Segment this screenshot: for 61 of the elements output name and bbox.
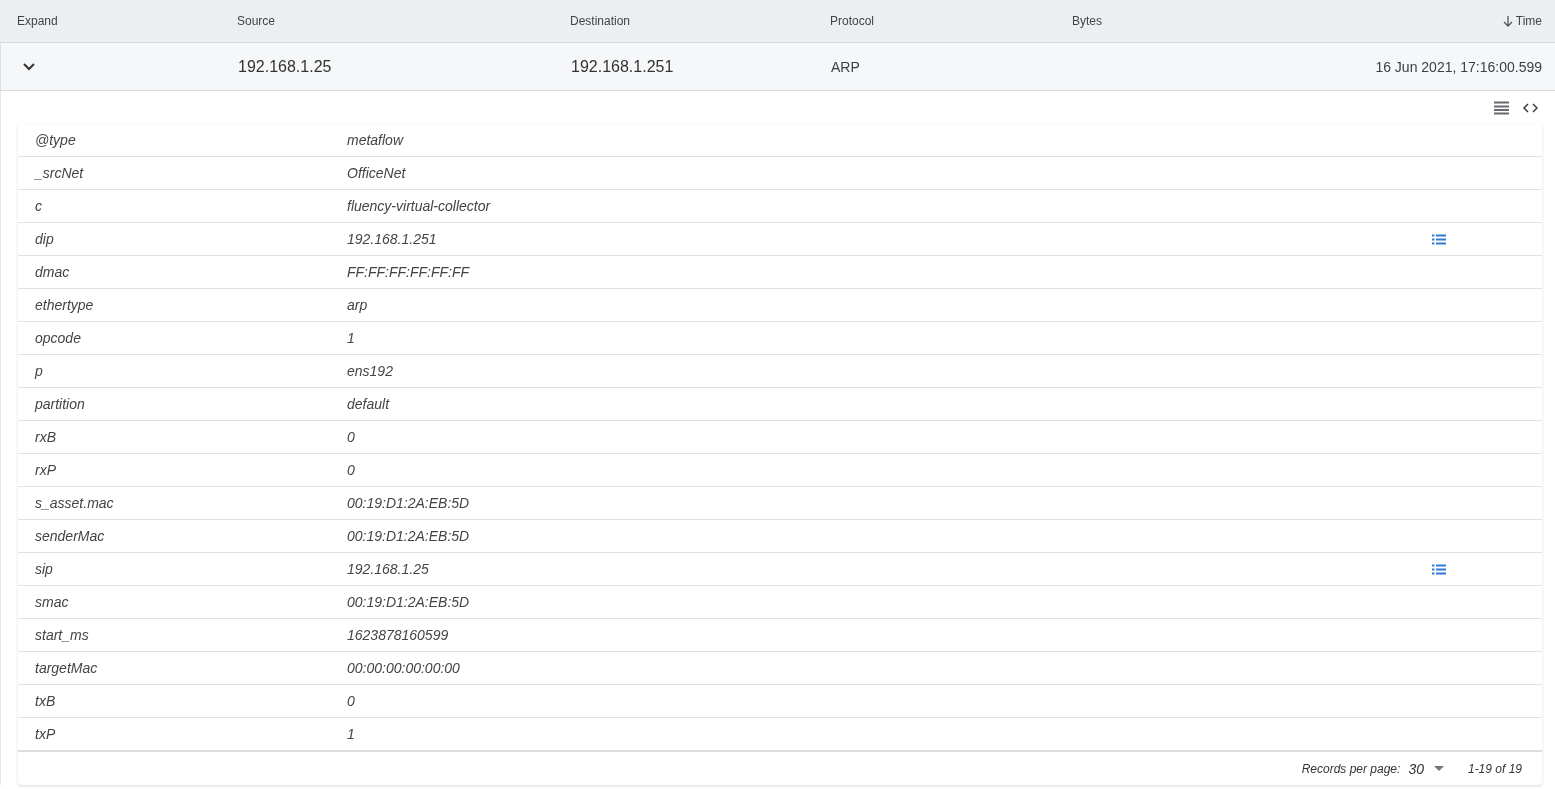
column-header[interactable]: Destination bbox=[570, 14, 830, 28]
field-key: partition bbox=[35, 396, 347, 412]
field-key: c bbox=[35, 198, 347, 214]
field-value: 00:00:00:00:00:00 bbox=[347, 660, 461, 676]
menu-icon bbox=[1494, 100, 1509, 115]
field-value: 192.168.1.251 bbox=[347, 231, 438, 247]
code-icon bbox=[1523, 102, 1538, 113]
field-value: 1 bbox=[347, 726, 356, 742]
field-key: _srcNet bbox=[35, 165, 347, 181]
table-cell: 16 Jun 2021, 17:16:00.599 bbox=[1375, 58, 1542, 75]
sort-arrow-icon bbox=[1502, 15, 1513, 27]
field-value: 0 bbox=[347, 429, 356, 445]
records-per-page-label: Records per page: bbox=[1301, 761, 1401, 776]
column-header[interactable]: Bytes bbox=[1072, 14, 1312, 28]
field-value: default bbox=[347, 396, 391, 412]
field-value: 00:19:D1:2A:EB:5D bbox=[347, 594, 471, 610]
list-icon bbox=[1432, 563, 1446, 575]
field-key: start_ms bbox=[35, 627, 347, 643]
field-value: 0 bbox=[347, 693, 356, 709]
field-value: 00:19:D1:2A:EB:5D bbox=[347, 495, 471, 511]
list-icon bbox=[1432, 233, 1446, 245]
records-per-page-select[interactable]: 30 bbox=[1408, 760, 1444, 777]
dropdown-caret-icon bbox=[1433, 766, 1444, 771]
table-view-button[interactable] bbox=[1494, 100, 1509, 115]
column-header[interactable]: Source bbox=[237, 14, 570, 28]
field-value: metaflow bbox=[347, 132, 405, 148]
field-value: OfficeNet bbox=[347, 165, 407, 181]
field-key: ethertype bbox=[35, 297, 347, 313]
field-value: fluency-virtual-collector bbox=[347, 198, 492, 214]
table-cell-text: 192.168.1.251 bbox=[571, 57, 675, 76]
field-key: rxB bbox=[35, 429, 347, 445]
field-value: 192.168.1.25 bbox=[347, 561, 430, 577]
field-value: 00:19:D1:2A:EB:5D bbox=[347, 528, 471, 544]
column-header[interactable]: Time bbox=[1502, 14, 1542, 28]
field-key: dmac bbox=[35, 264, 347, 280]
field-key: opcode bbox=[35, 330, 347, 346]
field-key: rxP bbox=[35, 462, 347, 478]
field-key: smac bbox=[35, 594, 347, 610]
field-value: ens192 bbox=[347, 363, 394, 379]
field-key: p bbox=[35, 363, 347, 379]
field-key: targetMac bbox=[35, 660, 347, 676]
field-key: @type bbox=[35, 132, 347, 148]
table-cell-text: ARP bbox=[831, 58, 861, 75]
column-header[interactable]: Expand bbox=[17, 14, 237, 28]
field-key: txP bbox=[35, 726, 347, 742]
field-key: txB bbox=[35, 693, 347, 709]
table-cell-text: 192.168.1.25 bbox=[238, 57, 333, 76]
field-key: senderMac bbox=[35, 528, 347, 544]
field-value: 1623878160599 bbox=[347, 627, 450, 643]
column-header[interactable]: Protocol bbox=[830, 14, 1072, 28]
field-key: sip bbox=[35, 561, 347, 577]
field-value: arp bbox=[347, 297, 369, 313]
field-key: dip bbox=[35, 231, 347, 247]
field-value: FF:FF:FF:FF:FF:FF bbox=[347, 264, 471, 280]
field-key: s_asset.mac bbox=[35, 495, 347, 511]
list-button[interactable] bbox=[1432, 233, 1446, 245]
code-view-button[interactable] bbox=[1523, 102, 1538, 113]
list-button[interactable] bbox=[1432, 563, 1446, 575]
field-value: 0 bbox=[347, 462, 356, 478]
field-value: 1 bbox=[347, 330, 356, 346]
page-range: 1-19 of 19 bbox=[1467, 761, 1522, 776]
